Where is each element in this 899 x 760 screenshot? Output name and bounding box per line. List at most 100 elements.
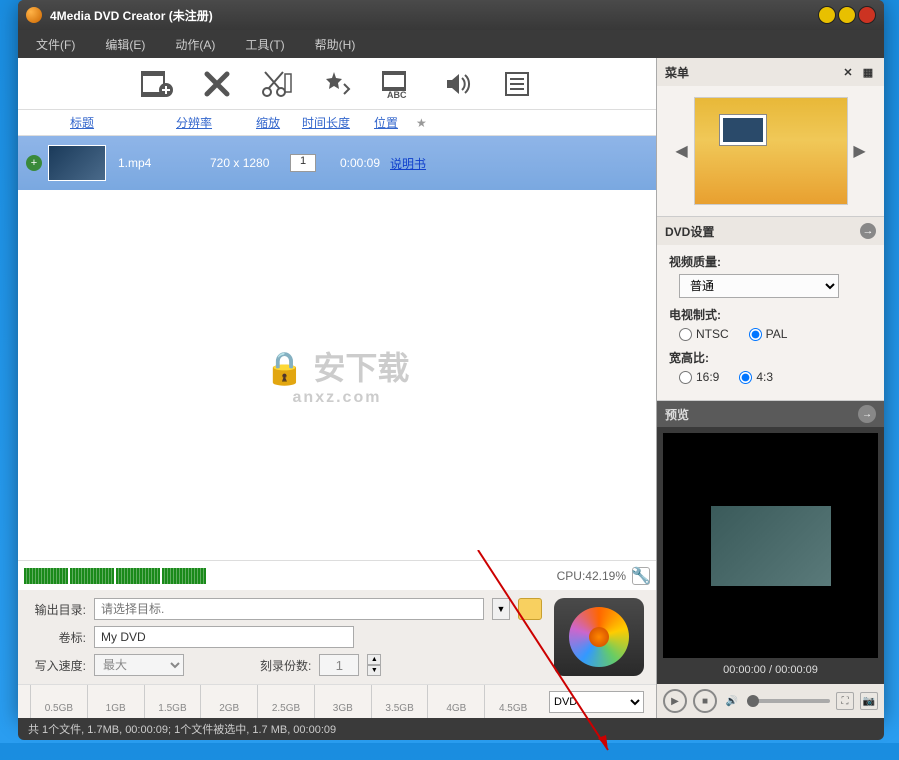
ruler-mark: 2GB xyxy=(200,685,257,718)
col-star[interactable]: ★ xyxy=(416,116,436,130)
cut-button[interactable] xyxy=(259,66,295,102)
volume-icon[interactable]: 🔊 xyxy=(723,692,741,710)
cpu-core-2 xyxy=(70,568,114,584)
write-speed-label: 写入速度: xyxy=(30,657,86,674)
play-button[interactable]: ▶ xyxy=(663,689,687,713)
column-headers: 标题 分辨率 缩放 时间长度 位置 ★ xyxy=(18,110,656,136)
output-dir-dropdown[interactable]: ▼ xyxy=(492,598,510,620)
preview-section: 预览 → 00:00:00 / 00:00:09 ▶ ■ 🔊 ⛶ 📷 xyxy=(657,401,884,718)
ruler-mark: 3GB xyxy=(314,685,371,718)
window-title: 4Media DVD Creator (未注册) xyxy=(50,7,818,24)
copies-label: 刻录份数: xyxy=(260,657,311,674)
minimize-button[interactable] xyxy=(818,6,836,24)
menu-help[interactable]: 帮助(H) xyxy=(315,36,356,53)
col-duration[interactable]: 时间长度 xyxy=(296,114,356,131)
aspect-169-radio[interactable]: 16:9 xyxy=(679,370,719,384)
ruler-mark: 2.5GB xyxy=(257,685,314,718)
fullscreen-button[interactable]: ⛶ xyxy=(836,692,854,710)
col-position[interactable]: 位置 xyxy=(356,114,416,131)
add-file-button[interactable] xyxy=(139,66,175,102)
size-ruler: 0.5GB 1GB 1.5GB 2GB 2.5GB 3GB 3.5GB 4GB … xyxy=(18,684,656,718)
next-template-button[interactable]: ▶ xyxy=(852,143,868,159)
menu-grid-icon[interactable]: ▦ xyxy=(860,64,876,80)
row-thumbnail xyxy=(48,145,106,181)
row-manual-link[interactable]: 说明书 xyxy=(390,155,426,172)
write-speed-select[interactable]: 最大 xyxy=(94,654,184,676)
right-pane: 菜单 ✕ ▦ ◀ ▶ DVD设置 → xyxy=(656,58,884,718)
statusbar: 共 1个文件, 1.7MB, 00:00:09; 1个文件被选中, 1.7 MB… xyxy=(18,718,884,740)
preview-title: 预览 xyxy=(665,406,689,423)
titlebar[interactable]: 4Media DVD Creator (未注册) xyxy=(18,0,884,30)
menu-file[interactable]: 文件(F) xyxy=(36,36,75,53)
menu-template-preview: ◀ ▶ xyxy=(657,86,884,216)
cpu-text: CPU:42.19% xyxy=(557,569,626,583)
audio-button[interactable] xyxy=(439,66,475,102)
output-panel: 输出目录: ▼ 卷标: 写入速度: 最大 刻录份数: xyxy=(18,590,656,684)
preview-video[interactable] xyxy=(663,433,878,658)
app-icon xyxy=(26,7,42,23)
output-dir-label: 输出目录: xyxy=(30,601,86,618)
menu-section-header: 菜单 ✕ ▦ xyxy=(657,58,884,86)
main-pane: ABC 标题 分辨率 缩放 时间长度 位置 ★ + 1.mp4 720 x 12… xyxy=(18,58,656,718)
app-window: 4Media DVD Creator (未注册) 文件(F) 编辑(E) 动作(… xyxy=(18,0,884,718)
col-title[interactable]: 标题 xyxy=(70,114,176,131)
browse-folder-button[interactable] xyxy=(518,598,542,620)
menu-edit[interactable]: 编辑(E) xyxy=(105,36,145,53)
menu-tools[interactable]: 工具(T) xyxy=(245,36,284,53)
menu-tools-icon[interactable]: ✕ xyxy=(840,64,856,80)
quality-label: 视频质量: xyxy=(669,253,872,270)
menu-title: 菜单 xyxy=(665,64,689,81)
ruler-mark: 4GB xyxy=(427,685,484,718)
watermark: 🔒 安下载 anxz.com xyxy=(265,343,410,407)
quality-select[interactable]: 普通 xyxy=(679,274,839,298)
pal-radio[interactable]: PAL xyxy=(749,327,788,341)
file-list-empty: 🔒 安下载 anxz.com xyxy=(18,190,656,560)
ntsc-radio[interactable]: NTSC xyxy=(679,327,729,341)
volume-input[interactable] xyxy=(94,626,354,648)
stop-button[interactable]: ■ xyxy=(693,689,717,713)
output-dir-input[interactable] xyxy=(94,598,484,620)
menu-template-thumbnail[interactable] xyxy=(694,97,848,205)
volume-slider[interactable] xyxy=(747,699,830,703)
time-display: 00:00:00 / 00:00:09 xyxy=(657,664,884,684)
aspect-label: 宽高比: xyxy=(669,349,872,366)
svg-text:ABC: ABC xyxy=(387,90,407,98)
preview-header: 预览 → xyxy=(657,401,884,427)
copies-spinner[interactable]: ▲▼ xyxy=(367,654,381,676)
play-controls: ▶ ■ 🔊 ⛶ 📷 xyxy=(657,684,884,718)
col-resolution[interactable]: 分辨率 xyxy=(176,114,256,131)
cpu-bar: CPU:42.19% 🔧 xyxy=(18,560,656,590)
row-zoom-value[interactable]: 1 xyxy=(290,154,316,172)
volume-label: 卷标: xyxy=(30,629,86,646)
ruler-mark: 4.5GB xyxy=(484,685,541,718)
maximize-button[interactable] xyxy=(838,6,856,24)
cpu-settings-button[interactable]: 🔧 xyxy=(632,567,650,585)
menubar: 文件(F) 编辑(E) 动作(A) 工具(T) 帮助(H) xyxy=(18,30,884,58)
subtitle-button[interactable]: ABC xyxy=(379,66,415,102)
expand-preview-button[interactable]: → xyxy=(858,405,876,423)
row-add-icon[interactable]: + xyxy=(26,155,42,171)
burn-button[interactable] xyxy=(554,598,644,676)
effects-button[interactable] xyxy=(319,66,355,102)
prev-template-button[interactable]: ◀ xyxy=(674,143,690,159)
cpu-core-1 xyxy=(24,568,68,584)
cpu-core-3 xyxy=(116,568,160,584)
col-zoom[interactable]: 缩放 xyxy=(256,114,296,131)
menu-action[interactable]: 动作(A) xyxy=(175,36,215,53)
aspect-43-radio[interactable]: 4:3 xyxy=(739,370,773,384)
file-row[interactable]: + 1.mp4 720 x 1280 1 0:00:09 说明书 xyxy=(18,136,656,190)
row-filename: 1.mp4 xyxy=(118,156,210,170)
close-button[interactable] xyxy=(858,6,876,24)
delete-button[interactable] xyxy=(199,66,235,102)
chapter-button[interactable] xyxy=(499,66,535,102)
cpu-core-4 xyxy=(162,568,206,584)
tv-standard-label: 电视制式: xyxy=(669,306,872,323)
dvd-settings-title: DVD设置 xyxy=(665,223,714,240)
dvd-settings-header: DVD设置 → xyxy=(657,217,884,245)
row-duration: 0:00:09 xyxy=(330,156,390,170)
snapshot-button[interactable]: 📷 xyxy=(860,692,878,710)
expand-settings-button[interactable]: → xyxy=(860,223,876,239)
copies-input[interactable] xyxy=(319,654,359,676)
ruler-mark: 1.5GB xyxy=(144,685,201,718)
disc-type-select[interactable]: DVD xyxy=(549,691,644,713)
